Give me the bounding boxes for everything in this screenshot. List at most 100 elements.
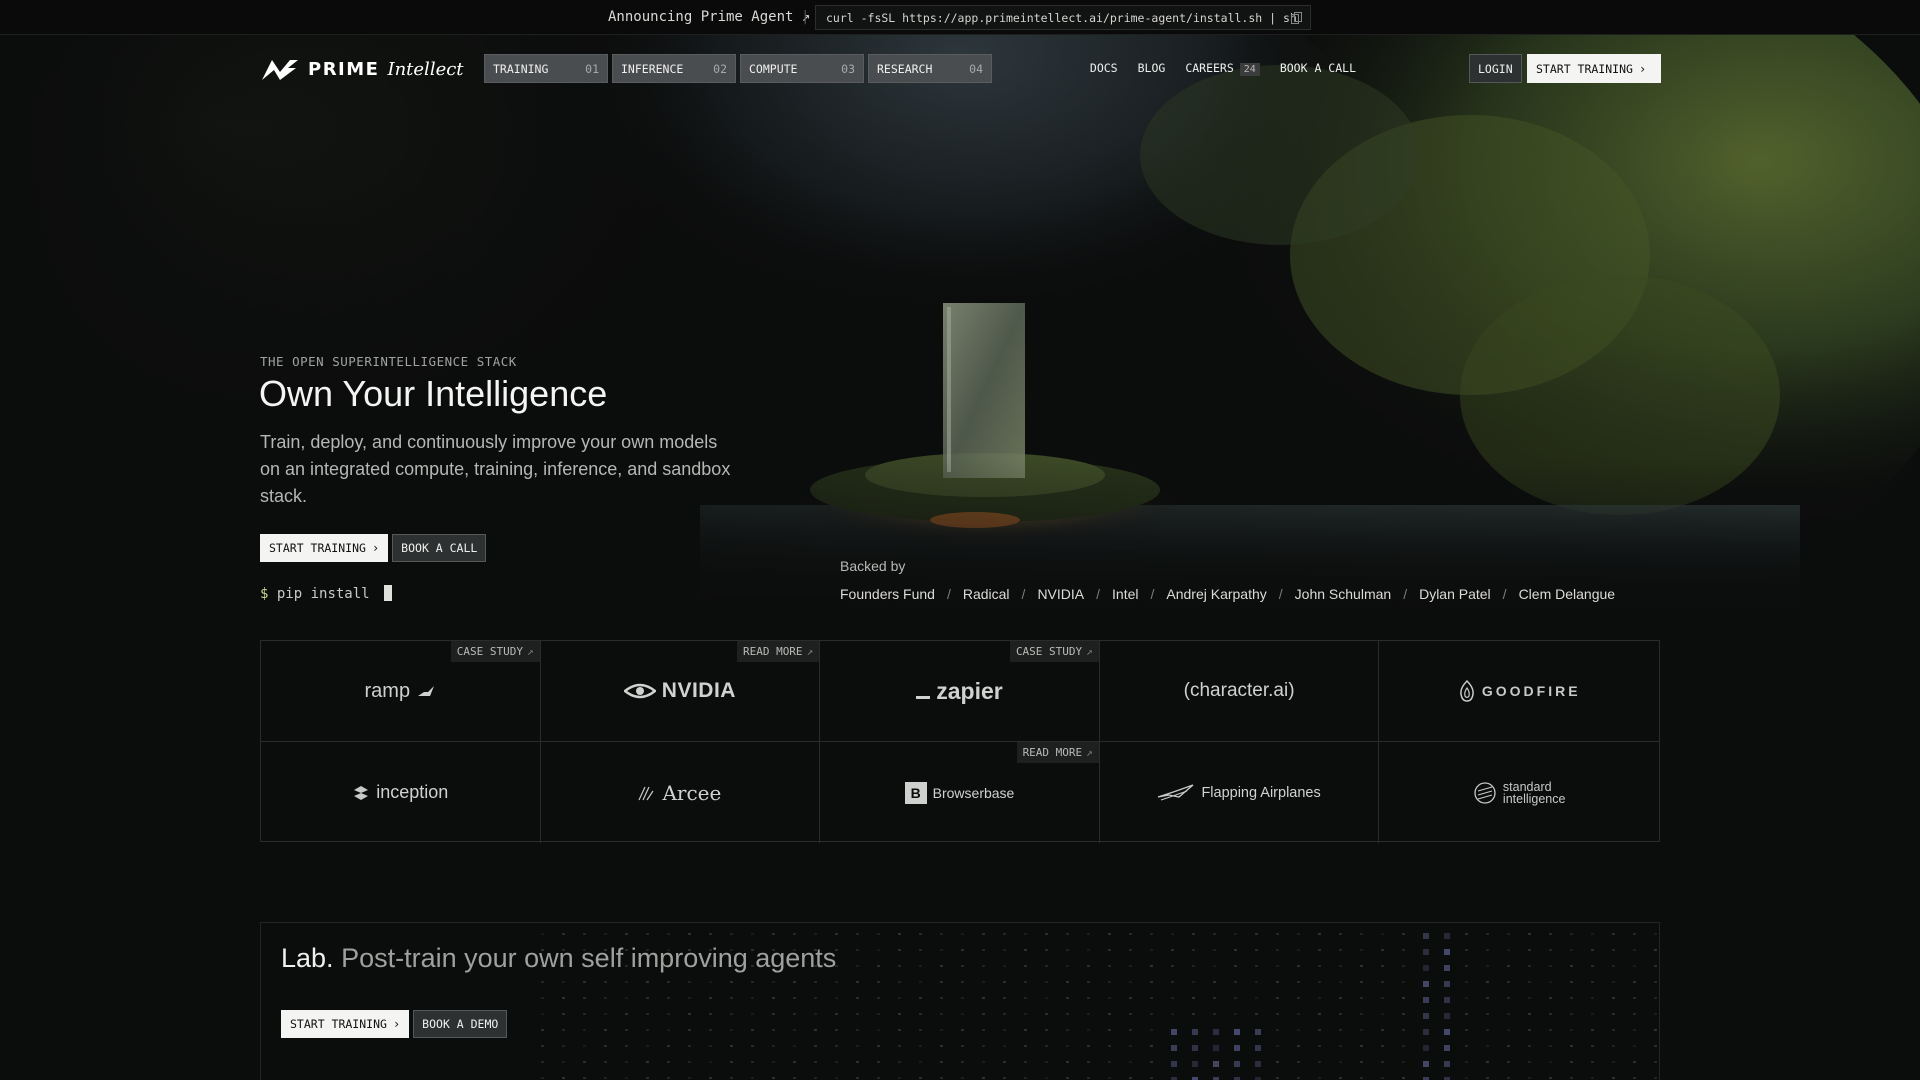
login-label: LOGIN: [1478, 61, 1513, 76]
nav-link-blog[interactable]: BLOG: [1138, 61, 1166, 76]
tab-research[interactable]: RESEARCH 04: [868, 54, 992, 83]
read-more-tag[interactable]: READ MORE ↗: [1016, 742, 1099, 763]
start-training-nav-button[interactable]: START TRAINING ›: [1527, 54, 1661, 83]
pattern-dot: [1591, 1061, 1594, 1063]
pattern-dot: [1192, 997, 1195, 999]
pattern-dot: [1150, 1029, 1153, 1031]
pattern-dot: [1024, 981, 1027, 983]
backer-item: Andrej Karpathy: [1166, 586, 1267, 602]
case-study-tag[interactable]: CASE STUDY ↗: [1009, 641, 1099, 662]
pattern-dot: [982, 965, 985, 967]
logo-cell-ramp[interactable]: CASE STUDY ↗ ramp: [261, 641, 541, 742]
pattern-dot: [751, 1061, 754, 1063]
logo-cell-nvidia[interactable]: READ MORE ↗ NVIDIA: [540, 641, 821, 742]
pattern-dot: [1213, 949, 1216, 951]
pattern-dot: [877, 1061, 880, 1063]
tab-inference[interactable]: INFERENCE 02: [612, 54, 736, 83]
pattern-dot: [1318, 933, 1321, 935]
tab-compute[interactable]: COMPUTE 03: [740, 54, 864, 83]
pip-install-terminal[interactable]: $ pip install: [260, 585, 393, 602]
pattern-dot: [646, 933, 649, 935]
pattern-dot: [1129, 933, 1132, 935]
pattern-dot: [1423, 997, 1429, 1003]
pattern-dot: [1507, 981, 1510, 983]
pattern-dot: [1465, 1045, 1468, 1047]
tab-label: COMPUTE: [749, 61, 798, 76]
pattern-dot: [604, 1061, 607, 1063]
tab-training[interactable]: TRAINING 01: [484, 54, 608, 83]
pattern-dot: [961, 981, 964, 983]
pattern-dot: [1486, 997, 1489, 999]
pattern-dot: [1486, 949, 1489, 951]
pattern-dot: [1633, 1045, 1636, 1047]
logo-cell-standard-intelligence[interactable]: standard intelligence: [1379, 742, 1659, 843]
pattern-dot: [856, 1013, 859, 1015]
pattern-dot: [1360, 949, 1363, 951]
pattern-dot: [919, 981, 922, 983]
pattern-dot: [1507, 997, 1510, 999]
book-call-button[interactable]: BOOK A CALL: [392, 534, 487, 562]
pattern-dot: [1087, 949, 1090, 951]
pattern-dot: [1213, 1013, 1216, 1015]
pattern-dot: [919, 965, 922, 967]
login-button[interactable]: LOGIN: [1469, 54, 1522, 83]
book-demo-button[interactable]: BOOK A DEMO: [413, 1010, 508, 1038]
pattern-dot: [940, 1061, 943, 1063]
pattern-dot: [1045, 949, 1048, 951]
logo-cell-browserbase[interactable]: READ MORE ↗ B Browserbase: [820, 742, 1100, 843]
hero-title: Own Your Intelligence: [259, 373, 608, 414]
customer-logo-grid: CASE STUDY ↗ ramp READ MORE ↗ NVIDIA CASE …: [260, 640, 1660, 843]
pattern-dot: [1276, 997, 1279, 999]
lab-subtitle: Post-train your own self improving agent…: [341, 943, 837, 973]
logo-cell-zapier[interactable]: CASE STUDY ↗ zapier: [820, 641, 1100, 742]
pattern-dot: [1423, 949, 1429, 955]
pattern-dot: [709, 1045, 712, 1047]
case-study-tag[interactable]: CASE STUDY ↗: [450, 641, 540, 662]
read-more-tag[interactable]: READ MORE ↗: [736, 641, 820, 662]
pattern-dot: [1024, 1029, 1027, 1031]
pattern-dot: [1066, 1029, 1069, 1031]
pattern-dot: [541, 981, 544, 983]
logo-cell-inception[interactable]: inception: [261, 742, 541, 843]
pattern-dot: [751, 997, 754, 999]
pattern-dot: [1381, 1013, 1384, 1015]
pattern-dot: [940, 1029, 943, 1031]
pattern-dot: [982, 997, 985, 999]
pattern-dot: [1654, 1061, 1657, 1063]
lab-start-training-button[interactable]: START TRAINING ›: [281, 1010, 410, 1038]
pattern-dot: [793, 997, 796, 999]
pattern-dot: [751, 981, 754, 983]
nav-link-careers[interactable]: CAREERS 24: [1185, 61, 1260, 76]
arrow-up-right-icon: ↗: [1086, 645, 1093, 658]
start-training-button[interactable]: START TRAINING ›: [260, 534, 389, 562]
announcement-link[interactable]: Announcing Prime Agent ↗: [608, 9, 810, 25]
pattern-dot: [709, 981, 712, 983]
pattern-dot: [688, 1061, 691, 1063]
logo-cell-goodfire[interactable]: GOODFIRE: [1379, 641, 1659, 742]
copy-icon[interactable]: [1291, 12, 1302, 24]
pattern-dot: [1066, 1061, 1069, 1063]
intelligence-line: intelligence: [1502, 791, 1566, 806]
pattern-dot: [793, 933, 796, 935]
nav-link-docs[interactable]: DOCS: [1090, 61, 1118, 76]
prime-intellect-logo[interactable]: PRIME Intellect: [260, 55, 464, 83]
pattern-dot: [1339, 1061, 1342, 1063]
pattern-dot: [1192, 965, 1195, 967]
pattern-dot: [1381, 949, 1384, 951]
pattern-dot: [1003, 1061, 1006, 1063]
install-command[interactable]: curl -fsSL https://app.primeintellect.ai…: [815, 5, 1311, 30]
pattern-dot: [730, 1061, 733, 1063]
logo-cell-characterai[interactable]: (character.ai): [1099, 641, 1380, 742]
pip-command: pip install: [276, 586, 370, 602]
pattern-dot: [604, 1077, 607, 1079]
pattern-dot: [1108, 965, 1111, 967]
nav-link-book-call[interactable]: BOOK A CALL: [1280, 61, 1356, 76]
pattern-dot: [1003, 1045, 1006, 1047]
logo-cell-flapping-airplanes[interactable]: Flapping Airplanes: [1100, 742, 1380, 843]
logo-cell-arcee[interactable]: Arcee: [541, 742, 821, 843]
pattern-dot: [1591, 1045, 1594, 1047]
pattern-dot: [1129, 1045, 1132, 1047]
pattern-dot: [1465, 1077, 1468, 1079]
backer-separator: /: [1403, 586, 1408, 602]
pattern-dot: [940, 965, 943, 967]
